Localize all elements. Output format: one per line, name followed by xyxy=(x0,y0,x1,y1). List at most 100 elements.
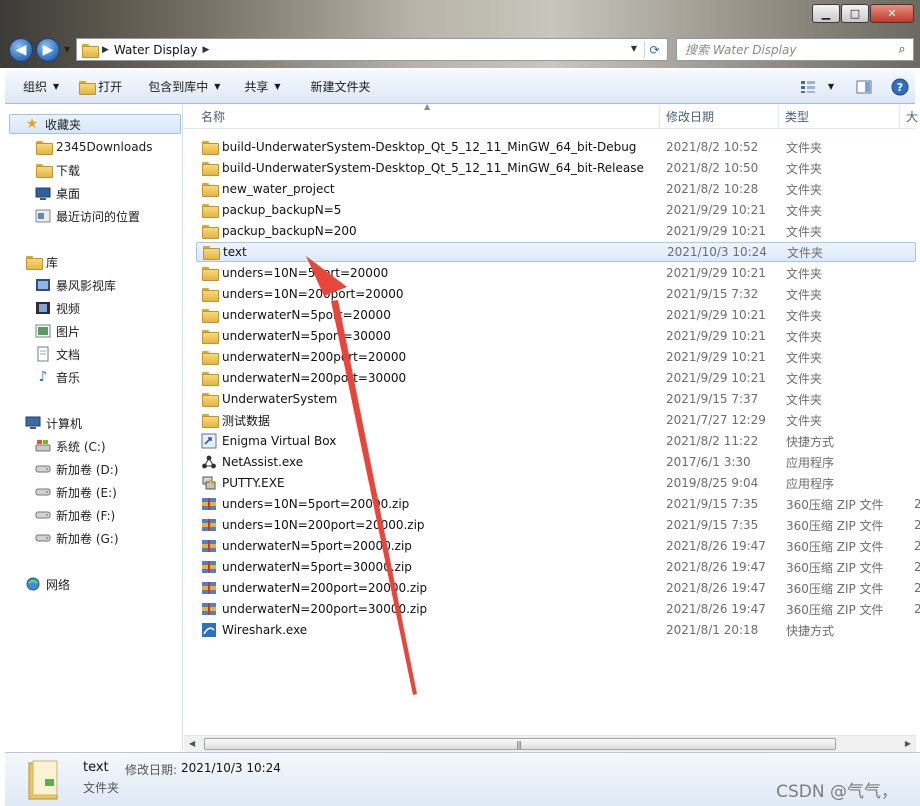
zip-icon xyxy=(200,496,218,512)
library-icon xyxy=(25,254,43,270)
close-button[interactable]: ✕ xyxy=(870,4,914,23)
scroll-right-icon[interactable]: ▶ xyxy=(905,739,911,748)
file-row[interactable]: UnderwaterSystem 2021/9/15 7:37 文件夹 xyxy=(196,389,916,409)
nav-item-drive-f[interactable]: 新加卷 (F:) xyxy=(35,505,115,525)
nav-item-documents[interactable]: 文档 xyxy=(35,344,80,364)
view-list-icon xyxy=(801,80,815,93)
details-pane: text 修改日期: 2021/10/3 10:24 文件夹 CSDN @气气， xyxy=(5,752,920,806)
recent-pages-dropdown[interactable]: ▼ xyxy=(64,45,70,54)
organize-button[interactable]: 组织 ▼ xyxy=(5,70,69,103)
scroll-thumb[interactable]: ||| xyxy=(204,738,836,750)
file-name: underwaterN=200port=30000.zip xyxy=(222,602,428,616)
nav-item-drive-g[interactable]: 新加卷 (G:) xyxy=(35,528,119,548)
nav-network[interactable]: 网络 xyxy=(25,574,70,594)
file-type: 应用程序 xyxy=(786,455,835,470)
file-row[interactable]: packup_backupN=200 2021/9/29 10:21 文件夹 xyxy=(196,221,916,241)
column-type[interactable]: 类型 xyxy=(780,105,900,129)
include-in-library-button[interactable]: 包含到库中 ▼ xyxy=(132,70,230,103)
address-dropdown-icon[interactable]: ▼ xyxy=(631,44,637,53)
file-row[interactable]: unders=10N=5port=20000 2021/9/29 10:21 文件夹 xyxy=(196,263,916,283)
file-row[interactable]: Enigma Virtual Box 2021/8/2 11:22 快捷方式 xyxy=(196,431,916,451)
breadcrumb-separator-icon[interactable]: ▶ xyxy=(102,45,109,55)
file-row[interactable]: underwaterN=5port=20000 2021/9/29 10:21 文件… xyxy=(196,305,916,325)
file-name: NetAssist.exe xyxy=(222,455,304,469)
nav-item-label: 系统 (C:) xyxy=(56,439,106,454)
file-row[interactable]: text 2021/10/3 10:24 文件夹 xyxy=(196,242,916,262)
address-bar[interactable]: ▶ Water Display ▶ ▼ ⟳ xyxy=(76,38,668,61)
refresh-icon[interactable]: ⟳ xyxy=(644,41,664,58)
nav-item-downloads[interactable]: 下载 xyxy=(35,160,80,180)
folder-icon xyxy=(200,265,219,281)
share-button[interactable]: 共享 ▼ xyxy=(230,70,290,103)
nav-item-label: 桌面 xyxy=(56,186,81,201)
forward-button[interactable]: ▶ xyxy=(36,38,60,62)
file-name: underwaterN=5port=30000.zip xyxy=(222,560,412,574)
file-type: 文件夹 xyxy=(786,371,823,386)
open-button[interactable]: 打开 xyxy=(69,70,132,103)
nav-item-music[interactable]: ♪ 音乐 xyxy=(35,367,80,387)
file-row[interactable]: underwaterN=5port=20000.zip 2021/8/26 19:… xyxy=(196,536,920,556)
file-row[interactable]: underwaterN=5port=30000.zip 2021/8/26 19:… xyxy=(196,557,920,577)
new-folder-button[interactable]: 新建文件夹 xyxy=(291,70,381,103)
file-row[interactable]: build-UnderwaterSystem-Desktop_Qt_5_12_1… xyxy=(196,158,916,178)
nav-item-pictures[interactable]: 图片 xyxy=(35,321,80,341)
back-button[interactable]: ◀ xyxy=(9,38,33,62)
file-row[interactable]: underwaterN=200port=20000.zip 2021/8/26 1… xyxy=(196,578,920,598)
folder-icon xyxy=(200,181,219,197)
file-name: PUTTY.EXE xyxy=(222,476,285,490)
nav-item-recent-places[interactable]: 最近访问的位置 xyxy=(35,206,140,226)
file-modified: 2021/8/26 19:47 xyxy=(666,602,766,616)
file-row[interactable]: Wireshark.exe 2021/8/1 20:18 快捷方式 xyxy=(196,620,916,640)
file-name: underwaterN=5port=20000 xyxy=(222,308,391,322)
change-view-button[interactable] xyxy=(793,75,823,99)
file-row[interactable]: 测试数据 2021/7/27 12:29 文件夹 xyxy=(196,410,916,430)
file-row[interactable]: PUTTY.EXE 2019/8/25 9:04 应用程序 xyxy=(196,473,916,493)
breadcrumb-separator-icon[interactable]: ▶ xyxy=(202,45,209,55)
minimize-button[interactable]: ▁ xyxy=(812,4,840,23)
search-box[interactable]: 搜索 Water Display ⌕ xyxy=(676,38,914,61)
file-row[interactable]: new_water_project 2021/8/2 10:28 文件夹 xyxy=(196,179,916,199)
nav-item-desktop[interactable]: 桌面 xyxy=(35,183,80,203)
shortcut-icon xyxy=(200,433,218,449)
file-row[interactable]: packup_backupN=5 2021/9/29 10:21 文件夹 xyxy=(196,200,916,220)
breadcrumb-water-display[interactable]: Water Display xyxy=(114,43,198,57)
downloads-folder-icon xyxy=(35,162,53,178)
file-row[interactable]: underwaterN=200port=30000.zip 2021/8/26 1… xyxy=(196,599,920,619)
nav-item-drive-c[interactable]: 系统 (C:) xyxy=(35,436,106,456)
file-row[interactable]: unders=10N=5port=20000.zip 2021/9/15 7:35… xyxy=(196,494,920,514)
file-row[interactable]: unders=10N=200port=20000.zip 2021/9/15 7:… xyxy=(196,515,920,535)
file-row[interactable]: underwaterN=200port=30000 2021/9/29 10:21… xyxy=(196,368,916,388)
search-input[interactable]: 搜索 Water Display xyxy=(685,41,891,58)
search-icon[interactable]: ⌕ xyxy=(891,42,913,57)
nav-computer[interactable]: 计算机 xyxy=(25,413,82,433)
file-row[interactable]: underwaterN=200port=20000 2021/9/29 10:21… xyxy=(196,347,916,367)
nav-favorites[interactable]: ★ 收藏夹 xyxy=(9,114,181,134)
organize-label: 组织 xyxy=(23,80,48,94)
file-name: underwaterN=5port=30000 xyxy=(222,329,391,343)
nav-item-2345downloads[interactable]: 2345Downloads xyxy=(35,137,152,157)
column-size[interactable]: 大 xyxy=(901,105,920,129)
details-modified-label: 修改日期: xyxy=(125,763,178,777)
details-type: 文件夹 xyxy=(83,781,120,795)
scroll-left-icon[interactable]: ◀ xyxy=(189,739,195,748)
nav-item-baofeng-library[interactable]: 暴风影视库 xyxy=(35,275,116,295)
view-options-dropdown[interactable]: ▼ xyxy=(823,75,839,99)
file-type: 文件夹 xyxy=(786,224,823,239)
file-row[interactable]: build-UnderwaterSystem-Desktop_Qt_5_12_1… xyxy=(196,137,916,157)
preview-pane-button[interactable] xyxy=(849,75,879,99)
large-folder-icon xyxy=(27,759,61,804)
file-row[interactable]: underwaterN=5port=30000 2021/9/29 10:21 文件… xyxy=(196,326,916,346)
help-button[interactable]: ? xyxy=(885,75,915,99)
column-modified[interactable]: 修改日期 xyxy=(661,105,779,129)
file-row[interactable]: NetAssist.exe 2017/6/1 3:30 应用程序 xyxy=(196,452,916,472)
column-type-label: 类型 xyxy=(785,110,810,124)
file-row[interactable]: unders=10N=200port=20000 2021/9/15 7:32 文件… xyxy=(196,284,916,304)
nav-item-drive-d[interactable]: 新加卷 (D:) xyxy=(35,459,118,479)
nav-computer-label: 计算机 xyxy=(46,416,83,431)
grip-icon: ||| xyxy=(516,740,522,749)
nav-item-videos[interactable]: 视频 xyxy=(35,298,80,318)
maximize-button[interactable]: □ xyxy=(841,4,869,23)
nav-item-drive-e[interactable]: 新加卷 (E:) xyxy=(35,482,117,502)
horizontal-scrollbar[interactable]: ◀ ||| ▶ xyxy=(184,735,916,752)
nav-libraries[interactable]: 库 xyxy=(25,252,58,272)
